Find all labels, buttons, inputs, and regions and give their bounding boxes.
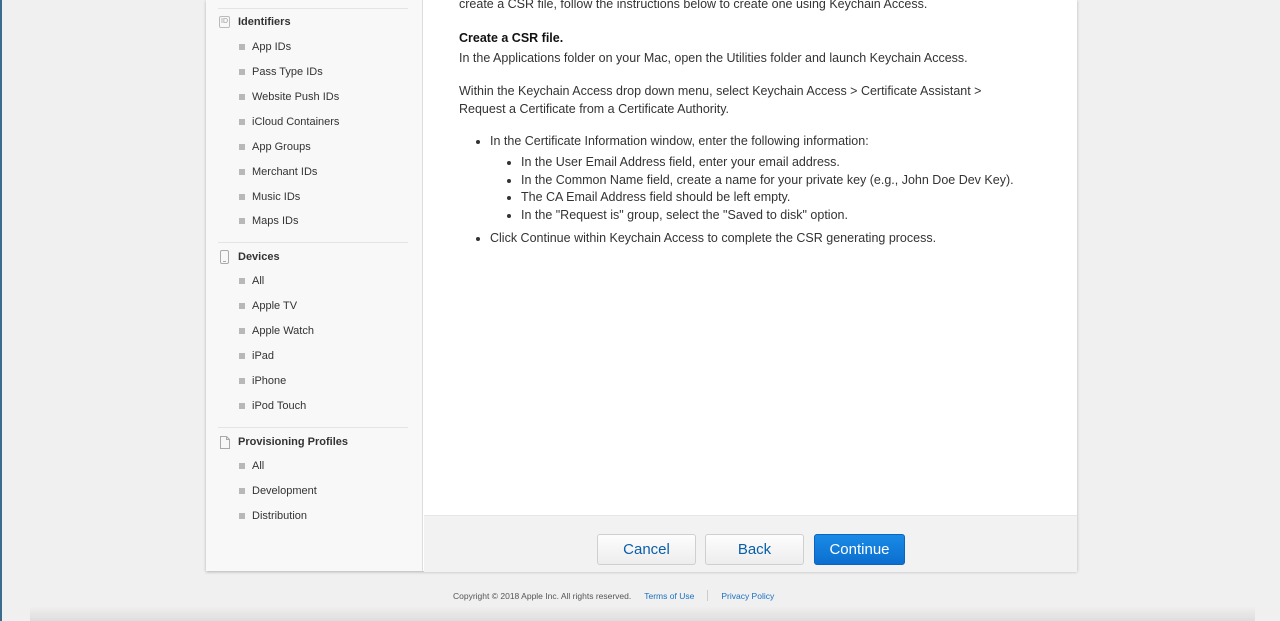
sidebar-item-label: iPod Touch xyxy=(252,400,307,412)
sidebar-item-label: Merchant IDs xyxy=(252,166,318,178)
cancel-button[interactable]: Cancel xyxy=(597,534,696,565)
bullet-square xyxy=(239,303,245,309)
bullet-square xyxy=(239,144,245,150)
sidebar-item-label: iCloud Containers xyxy=(252,116,340,128)
id-icon: ID xyxy=(218,15,231,29)
bullet-square xyxy=(239,69,245,75)
bullet-square xyxy=(239,218,245,224)
sidebar-item-pass-type-ids[interactable]: Pass Type IDs xyxy=(239,64,323,80)
instruction-paragraph: Request a Certificate from a Certificate… xyxy=(459,102,730,116)
copyright-text: Copyright © 2018 Apple Inc. All rights r… xyxy=(453,590,632,601)
sidebar-item-distribution[interactable]: Distribution xyxy=(239,508,307,524)
bullet-square xyxy=(239,403,245,409)
bullet-square xyxy=(239,463,245,469)
section-divider xyxy=(218,242,408,243)
sidebar-section-devices[interactable]: Devices xyxy=(218,248,280,266)
terms-of-use-link[interactable]: Terms of Use xyxy=(644,591,694,601)
sidebar-item-development[interactable]: Development xyxy=(239,483,317,499)
sidebar-section-identifiers[interactable]: ID Identifiers xyxy=(218,13,291,31)
sidebar-item-label: Apple Watch xyxy=(252,325,314,337)
sidebar-item-label: App IDs xyxy=(252,41,292,53)
sub-list: In the User Email Address field, enter y… xyxy=(490,154,1014,225)
list-item: In the Certificate Information window, e… xyxy=(490,132,1014,225)
sidebar-item-iphone[interactable]: iPhone xyxy=(239,373,286,389)
back-button[interactable]: Back xyxy=(705,534,804,565)
list-item: In the Common Name field, create a name … xyxy=(521,172,1014,190)
page-footer: Copyright © 2018 Apple Inc. All rights r… xyxy=(453,590,774,601)
section-divider xyxy=(218,427,408,428)
sidebar-item-label: Website Push IDs xyxy=(252,91,340,103)
list-item: In the User Email Address field, enter y… xyxy=(521,154,1014,172)
bullet-square xyxy=(239,488,245,494)
sidebar-section-provisioning-profiles[interactable]: Provisioning Profiles xyxy=(218,433,348,451)
bottom-shadow xyxy=(30,606,1255,621)
bullet-square xyxy=(239,169,245,175)
list-item: In the "Request is" group, select the "S… xyxy=(521,207,1014,225)
section-title: Identifiers xyxy=(238,16,291,28)
instruction-paragraph: Within the Keychain Access drop down men… xyxy=(459,84,982,98)
action-bar: Cancel Back Continue xyxy=(424,515,1077,572)
sidebar-item-label: Pass Type IDs xyxy=(252,66,323,78)
sidebar-item-label: Maps IDs xyxy=(252,215,299,227)
instruction-list: In the Certificate Information window, e… xyxy=(459,132,1014,247)
bullet-square xyxy=(239,513,245,519)
bullet-square xyxy=(239,44,245,50)
sidebar-item-apple-watch[interactable]: Apple Watch xyxy=(239,323,314,339)
bullet-square xyxy=(239,194,245,200)
sidebar-item-icloud-containers[interactable]: iCloud Containers xyxy=(239,114,339,130)
footer-divider xyxy=(707,590,709,601)
id-icon-text: ID xyxy=(219,16,230,28)
sidebar-item-label: Development xyxy=(252,485,317,497)
sidebar-item-label: All xyxy=(252,275,265,287)
sidebar-item-maps-ids[interactable]: Maps IDs xyxy=(239,213,298,229)
section-title: Devices xyxy=(238,251,280,263)
sidebar-item-apple-tv[interactable]: Apple TV xyxy=(239,298,297,314)
sidebar-item-label: iPad xyxy=(252,350,275,362)
sidebar-item-ipad[interactable]: iPad xyxy=(239,348,274,364)
sidebar-item-label: App Groups xyxy=(252,141,311,153)
section-title: Provisioning Profiles xyxy=(238,436,349,448)
section-heading: Create a CSR file. xyxy=(459,31,564,45)
section-divider xyxy=(218,8,408,9)
sidebar-item-label: Distribution xyxy=(252,510,308,522)
sidebar-item-label: All xyxy=(252,460,265,472)
sidebar-item-music-ids[interactable]: Music IDs xyxy=(239,189,300,205)
intro-text: create a CSR file, follow the instructio… xyxy=(459,0,928,11)
bullet-square xyxy=(239,378,245,384)
sidebar-item-ipod-touch[interactable]: iPod Touch xyxy=(239,398,306,414)
bullet-square xyxy=(239,278,245,284)
main-panel: ID Identifiers App IDs Pass Type IDs Web… xyxy=(206,0,1077,572)
sidebar-item-merchant-ids[interactable]: Merchant IDs xyxy=(239,164,317,180)
sidebar-item-app-groups[interactable]: App Groups xyxy=(239,139,311,155)
bullet-square xyxy=(239,94,245,100)
sidebar-item-label: iPhone xyxy=(252,375,287,387)
privacy-policy-link[interactable]: Privacy Policy xyxy=(721,591,774,601)
sidebar-item-devices-all[interactable]: All xyxy=(239,273,264,289)
bullet-square xyxy=(239,328,245,334)
list-item-text: In the Certificate Information window, e… xyxy=(490,134,869,148)
instruction-paragraph: In the Applications folder on your Mac, … xyxy=(459,51,968,65)
list-item: The CA Email Address field should be lef… xyxy=(521,189,1014,207)
sidebar-item-app-ids[interactable]: App IDs xyxy=(239,39,291,55)
device-icon xyxy=(218,250,231,264)
sidebar: ID Identifiers App IDs Pass Type IDs Web… xyxy=(206,0,423,571)
sidebar-item-label: Music IDs xyxy=(252,191,301,203)
bullet-square xyxy=(239,119,245,125)
list-item: Click Continue within Keychain Access to… xyxy=(490,229,1014,247)
document-icon xyxy=(218,435,231,449)
sidebar-item-label: Apple TV xyxy=(252,300,298,312)
continue-button[interactable]: Continue xyxy=(814,534,905,565)
window-edge xyxy=(0,0,2,621)
bullet-square xyxy=(239,353,245,359)
sidebar-item-website-push-ids[interactable]: Website Push IDs xyxy=(239,89,339,105)
sidebar-item-profiles-all[interactable]: All xyxy=(239,458,264,474)
